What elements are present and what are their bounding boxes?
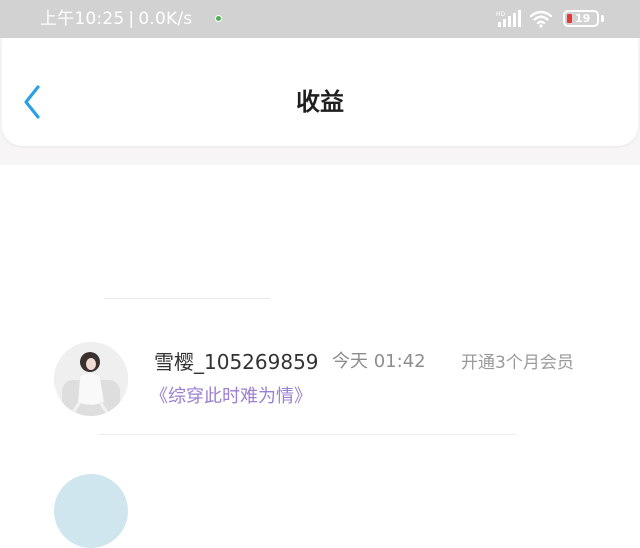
network-type-label: HD bbox=[496, 11, 506, 18]
username: 雪樱_105269859 bbox=[154, 350, 319, 374]
battery-level: 19 bbox=[575, 12, 591, 25]
battery-icon: 19 bbox=[563, 10, 599, 27]
divider bbox=[98, 434, 516, 435]
status-time: 上午10:25 bbox=[40, 9, 125, 29]
earning-list-item[interactable]: 雪樱_105269859 今天 01:42 开通3个月会员 《综穿此时难为情》 bbox=[0, 330, 640, 430]
earning-type: 开通3个月会员 bbox=[461, 353, 574, 373]
battery-fill bbox=[567, 14, 572, 23]
network-speed: 0.0K/s bbox=[138, 9, 193, 29]
battery-tip bbox=[601, 15, 604, 22]
status-text: 上午10:25 | 0.0K/s bbox=[40, 7, 192, 31]
divider bbox=[104, 298, 270, 299]
network-activity-dot bbox=[215, 15, 222, 22]
avatar-image bbox=[54, 342, 128, 416]
status-bar: 上午10:25 | 0.0K/s HD 19 bbox=[0, 0, 640, 38]
book-title-link[interactable]: 《综穿此时难为情》 bbox=[150, 384, 312, 410]
page-title: 收益 bbox=[296, 88, 344, 116]
avatar[interactable] bbox=[54, 342, 128, 416]
signal-icon: HD bbox=[496, 10, 521, 27]
avatar[interactable] bbox=[54, 474, 128, 548]
timestamp: 今天 01:42 bbox=[332, 351, 426, 372]
status-separator: | bbox=[128, 9, 135, 29]
wifi-icon bbox=[530, 10, 552, 28]
